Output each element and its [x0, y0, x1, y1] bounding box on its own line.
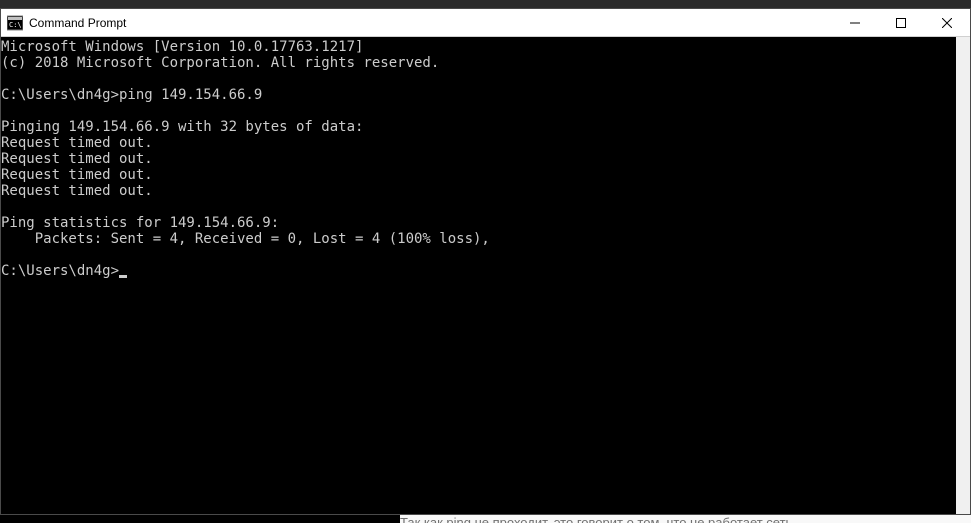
terminal-line	[1, 103, 956, 119]
terminal-line: Microsoft Windows [Version 10.0.17763.12…	[1, 39, 956, 55]
terminal-line: Packets: Sent = 4, Received = 0, Lost = …	[1, 231, 956, 247]
terminal-line: C:\Users\dn4g>	[1, 263, 956, 279]
terminal-line	[1, 199, 956, 215]
terminal-line: Request timed out.	[1, 151, 956, 167]
titlebar[interactable]: C:\ Command Prompt	[1, 9, 970, 37]
minimize-button[interactable]	[832, 9, 878, 36]
terminal-line: Request timed out.	[1, 135, 956, 151]
terminal-output[interactable]: Microsoft Windows [Version 10.0.17763.12…	[1, 37, 970, 514]
terminal-cursor	[119, 275, 127, 278]
command-prompt-window: C:\ Command Prompt Microsoft Windows [Ve…	[0, 8, 971, 515]
terminal-line: Request timed out.	[1, 167, 956, 183]
terminal-line	[1, 247, 956, 263]
cmd-icon: C:\	[7, 15, 23, 31]
svg-text:C:\: C:\	[9, 21, 22, 29]
terminal-line: (c) 2018 Microsoft Corporation. All righ…	[1, 55, 956, 71]
terminal-line	[1, 71, 956, 87]
close-button[interactable]	[924, 9, 970, 36]
window-controls	[832, 9, 970, 36]
terminal-line: C:\Users\dn4g>ping 149.154.66.9	[1, 87, 956, 103]
terminal-line: Ping statistics for 149.154.66.9:	[1, 215, 956, 231]
terminal-line: Request timed out.	[1, 183, 956, 199]
terminal-line: Pinging 149.154.66.9 with 32 bytes of da…	[1, 119, 956, 135]
background-text-fragment: Так как ping не проходит, это говорит о …	[400, 515, 971, 523]
terminal-content: Microsoft Windows [Version 10.0.17763.12…	[1, 37, 956, 279]
vertical-scrollbar[interactable]	[956, 37, 970, 514]
window-title: Command Prompt	[29, 16, 832, 30]
maximize-button[interactable]	[878, 9, 924, 36]
